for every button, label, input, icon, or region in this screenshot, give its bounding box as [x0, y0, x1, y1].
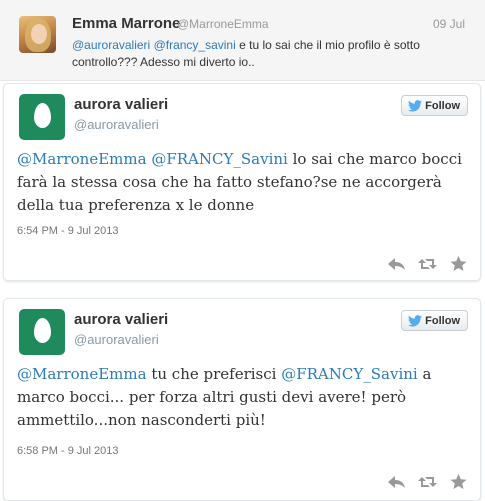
retweet-icon[interactable]	[418, 474, 437, 490]
author-handle[interactable]: @MarroneEmma	[177, 17, 269, 31]
embedded-tweet: aurora valieri @auroravalieri Follow @Ma…	[3, 83, 481, 281]
mention-link[interactable]: @FRANCY_Savini	[151, 150, 288, 168]
retweet-icon[interactable]	[418, 256, 437, 272]
tweet-text: @MarroneEmma @FRANCY_Savini lo sai che m…	[17, 148, 472, 217]
embedded-tweet: aurora valieri @auroravalieri Follow @Ma…	[3, 298, 481, 501]
mention-link[interactable]: @auroravalieri	[72, 38, 150, 52]
follow-button[interactable]: Follow	[401, 310, 468, 331]
tweet-timestamp[interactable]: 6:58 PM - 9 Jul 2013	[17, 445, 119, 457]
follow-label: Follow	[425, 314, 460, 327]
tweet-text: @auroravalieri @francy_savini e tu lo sa…	[72, 37, 462, 71]
mention-link[interactable]: @francy_savini	[154, 38, 236, 52]
author-name[interactable]: aurora valieri	[74, 311, 168, 328]
reply-tweet: Emma Marrone @MarroneEmma 09 Jul @aurora…	[0, 0, 485, 81]
tweet-actions	[387, 256, 468, 272]
twitter-bird-icon	[408, 99, 423, 112]
mention-link[interactable]: @MarroneEmma	[17, 365, 147, 383]
tweet-timestamp[interactable]: 6:54 PM - 9 Jul 2013	[17, 225, 119, 237]
author-handle[interactable]: @auroravalieri	[74, 332, 159, 347]
mention-link[interactable]: @MarroneEmma	[17, 150, 147, 168]
twitter-bird-icon	[408, 314, 423, 327]
egg-avatar[interactable]	[19, 309, 65, 355]
tweet-text-body: tu che preferisci	[146, 365, 282, 383]
reply-icon[interactable]	[387, 474, 406, 490]
follow-label: Follow	[425, 99, 460, 112]
tweet-text: @MarroneEmma tu che preferisci @FRANCY_S…	[17, 363, 472, 432]
avatar[interactable]	[19, 16, 56, 53]
mention-link[interactable]: @FRANCY_Savini	[281, 365, 418, 383]
tweet-actions	[387, 474, 468, 490]
follow-button[interactable]: Follow	[401, 95, 468, 116]
star-icon[interactable]	[449, 256, 468, 272]
star-icon[interactable]	[449, 474, 468, 490]
author-handle[interactable]: @auroravalieri	[74, 117, 159, 132]
author-name[interactable]: aurora valieri	[74, 96, 168, 113]
egg-avatar[interactable]	[19, 94, 65, 140]
reply-icon[interactable]	[387, 256, 406, 272]
author-name[interactable]: Emma Marrone	[72, 15, 180, 32]
tweet-date[interactable]: 09 Jul	[433, 17, 465, 31]
